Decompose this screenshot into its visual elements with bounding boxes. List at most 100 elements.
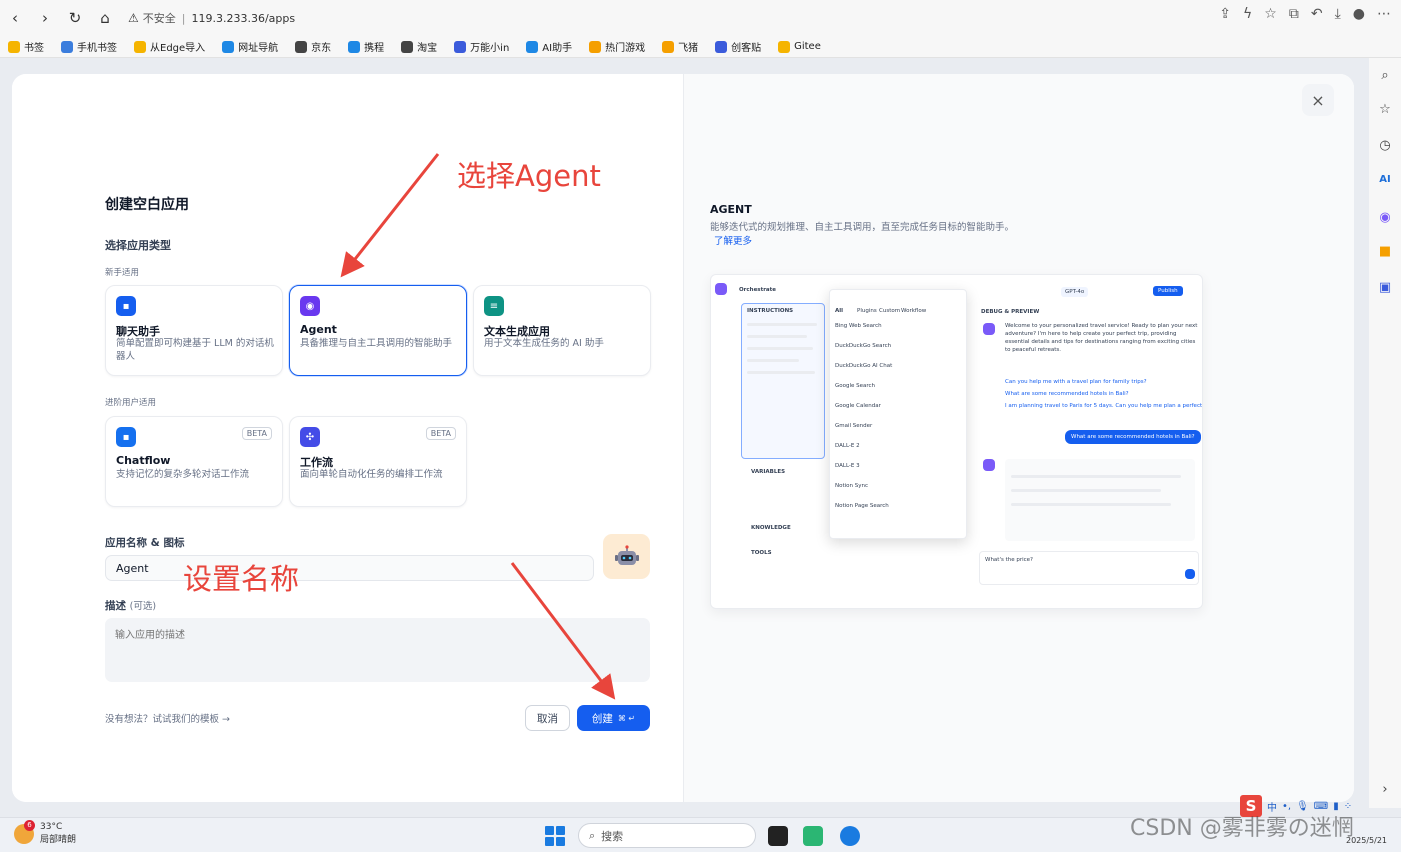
bookmark-label: 创客贴 [731,43,762,54]
bookmark-label: 热门游戏 [605,43,646,54]
lightning-icon[interactable]: ϟ [1243,6,1252,22]
app-logo-icon [715,283,727,295]
weather-desc: 局部晴朗 [40,835,77,845]
bookmarks-bar: 书签 手机书签 从Edge导入 网址导航 京东 携程 淘宝 万能小in AI助手 热门游戏 飞猪 创客… [0,36,1401,58]
tool-item: Notion Sync [835,483,869,489]
bookmark-item[interactable]: 携程 [348,39,384,54]
optional-hint: (可选) [129,601,157,612]
agent-preview-image: Orchestrate INSTRUCTIONS VARIABLES KNOWL… [710,274,1203,609]
card-text-generator[interactable]: ≡ 文本生成应用 用于文本生成任务的 AI 助手 [473,285,651,376]
bookmark-item[interactable]: 万能小in [454,39,509,54]
card-agent[interactable]: ◉ Agent 具备推理与自主工具调用的智能助手 [289,285,467,376]
desc-label-text: 描述 [105,600,126,612]
edge-browser-icon[interactable] [840,826,860,846]
extensions-icon[interactable]: ⧉ [1289,6,1299,22]
star-icon[interactable]: ☆ [1376,102,1394,120]
card-workflow[interactable]: ✣ BETA 工作流 面向单轮自动化任务的编排工作流 [289,416,467,507]
debug-label: DEBUG & PREVIEW [981,309,1040,315]
bot-message-line: essential details and tips for destinati… [1005,339,1196,345]
collapse-icon[interactable]: › [1376,782,1394,800]
robot-icon [614,544,639,565]
bookmark-item[interactable]: 创客贴 [715,39,761,54]
favorite-star-icon[interactable]: ☆ [1264,6,1277,22]
tool-item: DuckDuckGo AI Chat [835,363,893,369]
placeholder-line [1011,489,1161,492]
tool-item: DALL-E 3 [835,463,860,469]
create-button[interactable]: 创建 ⌘ ↵ [577,705,650,731]
bookmark-item[interactable]: Gitee [778,40,821,53]
bookmark-label: 携程 [364,43,385,54]
back-icon[interactable]: ‹ [0,3,30,33]
search-icon[interactable]: ⌕ [1376,68,1394,86]
ai-icon[interactable]: AI [1376,174,1394,192]
bookmark-item[interactable]: 京东 [295,39,331,54]
card-desc: 具备推理与自主工具调用的智能助手 [300,338,453,349]
game-icon[interactable]: ◉ [1376,210,1394,228]
beginner-group-label: 新手适用 [105,268,140,278]
translate-icon[interactable]: ▣ [1376,280,1394,298]
placeholder-line [747,347,813,350]
bookmark-icon [222,40,235,53]
bookmark-item[interactable]: 手机书签 [61,39,117,54]
app-type-heading: 选择应用类型 [105,239,171,252]
task-view-icon[interactable] [768,826,788,846]
placeholder-line [1011,503,1171,506]
profile-icon[interactable]: ● [1353,6,1365,22]
shortcut-hint: ⌘ ↵ [617,713,636,723]
dialog-title: 创建空白应用 [105,197,189,213]
close-icon[interactable]: × [1302,84,1334,116]
workflow-icon: ✣ [300,427,320,447]
download-icon[interactable]: ⤓ [1335,6,1341,22]
app-name-input[interactable] [105,555,594,581]
forward-icon[interactable]: › [30,3,60,33]
bookmark-item[interactable]: 从Edge导入 [134,39,205,54]
cancel-button[interactable]: 取消 [525,705,570,731]
bookmark-icon [454,40,467,53]
learn-more-link[interactable]: 了解更多 [714,233,752,247]
beta-badge: BETA [241,427,272,440]
tool-item: Gmail Sender [835,423,873,429]
bookmark-label: 网址导航 [238,43,279,54]
card-title: Chatflow [116,454,171,467]
template-link[interactable]: 没有想法？试试我们的模板 → [105,711,230,725]
bookmark-icon [715,40,728,53]
bot-message-line: to peaceful retreats. [1005,347,1061,353]
bookmark-item[interactable]: 热门游戏 [589,39,645,54]
history-icon[interactable]: ↶ [1311,6,1323,22]
clock-icon[interactable]: ◷ [1376,138,1394,156]
bookmark-item[interactable]: 飞猪 [662,39,698,54]
weather-widget[interactable]: 6 33°C 局部晴朗 [14,820,77,845]
annotation-set-name: 设置名称 [183,562,300,596]
card-chatflow[interactable]: ▪ BETA Chatflow 支持记忆的复杂多轮对话工作流 [105,416,283,507]
windows-start-icon[interactable] [545,826,565,846]
share-icon[interactable]: ⇪ [1219,6,1231,22]
bookmark-item[interactable]: 淘宝 [401,39,437,54]
briefcase-icon[interactable]: ■ [1376,244,1394,262]
tool-item: Notion Page Search [835,503,889,509]
card-chat-assistant[interactable]: ▪ 聊天助手 简单配置即可构建基于 LLM 的对话机器人 [105,285,283,376]
home-icon[interactable]: ⌂ [90,3,120,33]
bookmark-item[interactable]: AI助手 [526,39,572,54]
card-desc: 用于文本生成任务的 AI 助手 [484,338,604,349]
bookmark-label: 淘宝 [417,43,438,54]
app-description-input[interactable] [105,618,650,682]
bookmark-label: 京东 [311,43,332,54]
bookmark-label: Gitee [794,41,821,52]
desc-label: 描述 (可选) [105,598,156,613]
app-icon-green[interactable] [803,826,823,846]
bookmark-item[interactable]: 网址导航 [222,39,278,54]
tool-item: Google Search [835,383,876,389]
bookmark-icon [526,40,539,53]
bookmark-item[interactable]: 书签 [8,39,44,54]
taskbar-search[interactable]: ⌕ 搜索 [578,823,756,848]
more-menu-icon[interactable]: ⋯ [1377,6,1391,22]
app-avatar[interactable] [603,534,650,579]
agent-icon: ◉ [300,296,320,316]
address-bar[interactable]: ⚠ 不安全 | 119.3.233.36/apps [128,5,1158,31]
refresh-icon[interactable]: ↻ [60,3,90,33]
card-title: Agent [300,323,337,336]
suggestion-item: Can you help me with a travel plan for f… [1005,379,1147,385]
knowledge-label: KNOWLEDGE [751,525,791,531]
tool-tab: Workflow [901,308,927,314]
name-label: 应用名称 & 图标 [105,537,185,549]
